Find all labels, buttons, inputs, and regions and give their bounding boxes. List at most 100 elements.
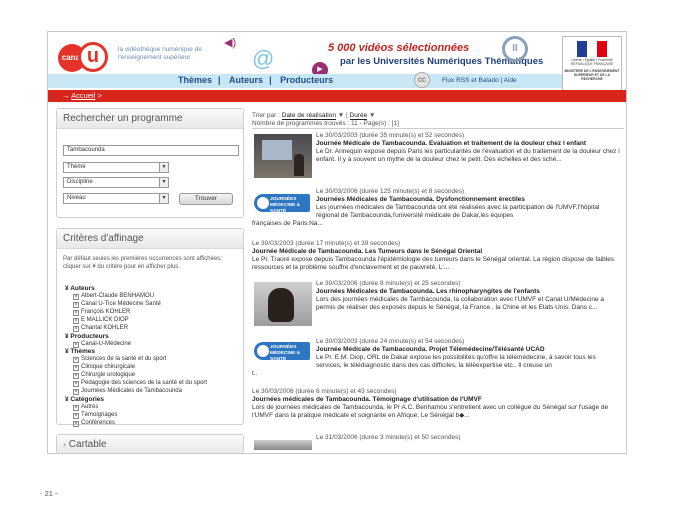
video-thumbnail[interactable] <box>254 282 312 326</box>
result-desc-tail: françaises de Paris.Na... <box>252 220 323 227</box>
filters-hint: Par défaut seules les premières occurren… <box>63 256 222 270</box>
remove-icon[interactable]: × <box>73 341 79 348</box>
journees-logo[interactable]: JOURNÉES MÉDECINE & SANTÉ <box>254 194 310 214</box>
pause-icon[interactable]: II <box>502 36 528 62</box>
result-title[interactable]: Journées Médicales de Tambacounda. Dysfo… <box>316 196 622 204</box>
video-thumbnail[interactable] <box>254 134 312 178</box>
facet-item[interactable]: × Chirurgie urologique <box>65 372 241 380</box>
remove-icon[interactable]: × <box>73 294 79 300</box>
cart-panel-title: › Cartable <box>57 435 243 453</box>
result-item[interactable]: JOURNÉES MÉDECINE & SANTÉ Le 30/03/2006 … <box>252 188 624 238</box>
facet-item-label: Témoignages <box>81 411 118 418</box>
facet-group-label: Producteurs <box>70 332 109 340</box>
facet-item[interactable]: × Sciences de la santé et du sport <box>65 356 241 364</box>
result-title[interactable]: Journée Médicale de Tambacounda. Les Tum… <box>252 248 620 256</box>
result-item[interactable]: Le 30/03/2003 (durée 17 minute(s) et 39 … <box>252 240 624 276</box>
remove-icon[interactable]: × <box>73 309 79 316</box>
sort-by-date[interactable]: Date de réalisation <box>281 112 336 120</box>
facet-group-label: Thèmes <box>70 348 95 356</box>
theme-select[interactable]: Thème ▼ <box>63 162 169 173</box>
result-text: Le 30/03/2003 (durée 17 minute(s) et 39 … <box>252 240 620 272</box>
video-thumbnail[interactable] <box>254 440 312 450</box>
remove-icon[interactable]: × <box>73 381 79 388</box>
chevron-down-icon: ▼ <box>159 194 168 203</box>
nav-themes[interactable]: Thèmes <box>178 75 212 85</box>
facet-group-label: Auteurs <box>70 285 95 292</box>
result-item[interactable]: Le 30/03/2006 (durée 8 minute(s) et 25 s… <box>252 280 624 332</box>
remove-icon[interactable]: × <box>73 325 79 332</box>
remove-icon[interactable]: × <box>73 317 79 324</box>
main-nav: Thèmes | Auteurs | Producteurs Flux RSS et… <box>48 74 562 88</box>
facet-group-themes[interactable]: ¥ Thèmes <box>65 348 241 356</box>
page-number: - 21 - <box>40 489 58 498</box>
search-panel-title: Rechercher un programme <box>57 109 243 129</box>
nav-producers[interactable]: Producteurs <box>280 75 333 85</box>
result-desc: Lors des journées médicales de Tambacoun… <box>316 296 604 312</box>
facet-item[interactable]: × Conférences <box>65 420 241 428</box>
facet-group-categories[interactable]: ¥ Catégories <box>65 396 241 404</box>
facet-item-label: Canal-U-Médecine <box>81 340 132 347</box>
facet-item[interactable]: × Canal-U-Médecine <box>65 341 241 349</box>
result-item[interactable]: Le 31/03/2006 (durée 3 minute(s) et 50 s… <box>252 434 624 452</box>
result-title[interactable]: Journée Médicale de Tambacounda. Projet … <box>316 346 622 354</box>
facet-item-label: Chirurgie urologique <box>81 372 136 379</box>
facet-item[interactable]: × François KOHLER <box>65 309 241 317</box>
ministry-logo[interactable]: Liberté • Égalité • Fraternité RÉPUBLIQU… <box>562 36 622 98</box>
facet-item[interactable]: × Pédagogie des sciences de la santé et d… <box>65 380 241 388</box>
ministry-caption: MINISTÈRE DE L'ENSEIGNEMENT SUPÉRIEUR ET… <box>564 69 620 81</box>
breadcrumb-separator: > <box>95 91 102 100</box>
facet-item-label: Canal U-Tice Médecine Santé <box>81 300 161 307</box>
breadcrumb-home-link[interactable]: Accueil <box>71 91 95 100</box>
facet-group-producers[interactable]: ¥ Producteurs <box>65 333 241 341</box>
facet-item[interactable]: × Albert-Claude BENHAMOU <box>65 293 241 301</box>
result-date: Le 30/03/2006 (durée 125 minute(s) et 8 … <box>316 188 465 195</box>
facet-item[interactable]: × Témoignages <box>65 412 241 420</box>
divider <box>252 128 624 129</box>
discipline-select-value: Discipline <box>67 179 93 185</box>
facet-item[interactable]: × Chantal KOHLER <box>65 325 241 333</box>
remove-icon[interactable]: × <box>73 373 79 380</box>
facet-item-label: Chantal KOHLER <box>81 324 129 331</box>
result-date: Le 30/03/2003 (durée 24 minute(s) et 54 … <box>316 338 465 345</box>
remove-icon[interactable]: × <box>73 365 79 372</box>
discipline-select[interactable]: Discipline ▼ <box>63 177 169 188</box>
site-header: canal u la vidéothèque numérique de l'en… <box>48 32 626 98</box>
nav-menu: Thèmes | Auteurs | Producteurs <box>178 75 334 85</box>
result-title[interactable]: Journée Médicale de Tambacounda. Evaluat… <box>316 140 622 148</box>
result-item[interactable]: JOURNÉES MÉDECINE & SANTÉ Le 30/03/2003 … <box>252 338 624 384</box>
facet-item[interactable]: × E MALLICK DIOP <box>65 317 241 325</box>
result-date: Le 31/03/2006 (durée 3 minute(s) et 50 s… <box>316 434 461 441</box>
search-input[interactable]: Tambacounda <box>63 145 239 156</box>
result-text: Le 30/03/2006 (durée 8 minute(s) et 25 s… <box>316 280 622 312</box>
remove-icon[interactable]: × <box>73 357 79 364</box>
result-desc: Le Dr. Annequin expose depuis Paris les … <box>316 148 620 164</box>
nav-authors[interactable]: Auteurs <box>229 75 263 85</box>
facet-item[interactable]: × Canal U-Tice Médecine Santé <box>65 301 241 309</box>
journees-logo[interactable]: JOURNÉES MÉDECINE & SANTÉ <box>254 342 310 362</box>
nav-tools[interactable]: Flux RSS et Balado | Aide <box>442 77 517 84</box>
facet-group-authors[interactable]: ¥ Auteurs <box>65 285 241 293</box>
result-title[interactable]: Journées Médicales de Tambacounda. Les r… <box>316 288 622 296</box>
sort-by-duration[interactable]: Durée <box>349 112 368 120</box>
remove-icon[interactable]: × <box>73 389 79 396</box>
level-select[interactable]: Niveau ▼ <box>63 193 169 204</box>
cart-panel[interactable]: › Cartable <box>56 434 244 453</box>
breadcrumb-arrow-icon: → <box>62 91 70 100</box>
result-item[interactable]: Le 30/03/2003 (durée 35 minute(s) et 52 … <box>252 132 624 184</box>
result-title[interactable]: Journées médicales de Tambacounda. Témoi… <box>252 396 620 404</box>
remove-icon[interactable]: × <box>73 404 79 411</box>
find-button[interactable]: Trouver <box>179 193 233 205</box>
republic-caption: Liberté • Égalité • Fraternité RÉPUBLIQU… <box>570 58 614 66</box>
canal-u-logo[interactable]: canal u <box>58 42 118 72</box>
remove-icon[interactable]: × <box>73 420 79 427</box>
result-date: Le 30/03/2003 (durée 17 minute(s) et 39 … <box>252 240 401 247</box>
remove-icon[interactable]: × <box>73 301 79 308</box>
remove-icon[interactable]: × <box>73 412 79 419</box>
facet-item[interactable]: × Journées Médicales de Tambacounda <box>65 388 241 396</box>
result-desc-tail: t.. <box>252 370 258 377</box>
facet-item[interactable]: × Autres <box>65 404 241 412</box>
facet-item-label: Clinique chirurgicale <box>81 364 136 371</box>
creative-commons-icon: cc <box>414 72 430 88</box>
facet-item[interactable]: × Clinique chirurgicale <box>65 364 241 372</box>
result-item[interactable]: Le 30/03/2006 (durée 6 minute(s) et 43 s… <box>252 388 624 428</box>
